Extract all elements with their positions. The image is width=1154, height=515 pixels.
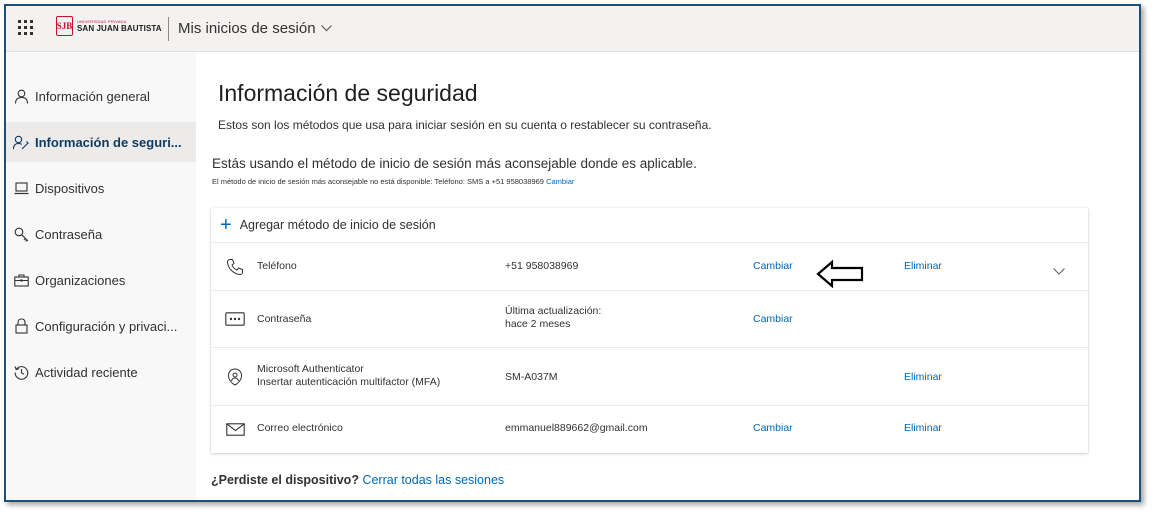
password-icon — [225, 309, 245, 329]
sidebar-item-security-info[interactable]: Información de seguri... — [6, 122, 196, 162]
authenticator-name: Microsoft Authenticator — [257, 363, 364, 375]
sidebar-item-recent-activity[interactable]: Actividad reciente — [6, 352, 196, 392]
add-method-label: Agregar método de inicio de sesión — [239, 218, 436, 232]
sidebar-item-label: Información general — [35, 88, 150, 104]
method-detail: +51 958038969 — [505, 260, 579, 272]
authenticator-icon — [225, 367, 245, 387]
authenticator-description: Insertar autenticación multifactor (MFA) — [257, 376, 441, 388]
sidebar-item-label: Configuración y privaci... — [35, 318, 178, 334]
default-method-note: El método de inicio de sesión más aconse… — [212, 177, 574, 186]
sidebar-item-organizations[interactable]: Organizaciones — [6, 260, 196, 300]
lost-device-question: ¿Perdiste el dispositivo? — [211, 473, 359, 487]
security-info-icon — [13, 134, 29, 150]
briefcase-icon — [13, 272, 29, 288]
method-row-phone: Teléfono +51 958038969 Cambiar Eliminar — [211, 243, 1088, 291]
method-row-password: Contraseña Última actualización: hace 2 … — [211, 291, 1088, 348]
sidebar-item-settings-privacy[interactable]: Configuración y privaci... — [6, 306, 196, 346]
page-title: Información de seguridad — [218, 80, 478, 106]
logo-emblem: SJB — [56, 16, 73, 36]
change-email-link[interactable]: Cambiar — [753, 422, 793, 434]
main-content: Información de seguridad Estos son los m… — [196, 52, 1139, 500]
method-name: Contraseña — [257, 313, 312, 325]
method-detail: Última actualización: hace 2 meses — [505, 305, 601, 331]
key-icon — [13, 226, 29, 242]
change-default-method-link[interactable]: Cambiar — [546, 177, 574, 186]
lock-icon — [13, 318, 29, 334]
method-name: Correo electrónico — [257, 422, 343, 434]
chevron-down-icon[interactable] — [1053, 262, 1065, 280]
sidebar-item-password[interactable]: Contraseña — [6, 214, 196, 254]
header-divider — [168, 17, 169, 41]
method-name: Teléfono — [257, 260, 297, 272]
password-updated-value: hace 2 meses — [505, 318, 571, 330]
left-arrow-annotation — [816, 260, 864, 288]
phone-icon — [225, 257, 245, 277]
sidebar-item-devices[interactable]: Dispositivos — [6, 168, 196, 208]
password-updated-label: Última actualización: — [505, 305, 602, 317]
sidebar-item-label: Organizaciones — [35, 272, 126, 288]
method-row-email: Correo electrónico emmanuel889662@gmail.… — [211, 406, 1088, 453]
page-subtitle: Estos son los métodos que usa para inici… — [218, 118, 712, 132]
delete-phone-link[interactable]: Eliminar — [904, 260, 942, 272]
add-method-button[interactable]: + Agregar método de inicio de sesión — [211, 208, 1088, 243]
delete-email-link[interactable]: Eliminar — [904, 422, 942, 434]
laptop-icon — [13, 180, 29, 196]
method-detail: emmanuel889662@gmail.com — [505, 422, 648, 434]
sidebar-item-label: Actividad reciente — [35, 364, 138, 380]
default-method-note-text: El método de inicio de sesión más aconse… — [212, 177, 544, 186]
sidebar: Información general Información de segur… — [6, 52, 196, 500]
sidebar-item-label: Información de seguri... — [35, 134, 182, 150]
person-icon — [13, 88, 29, 104]
chevron-down-icon — [320, 25, 332, 32]
app-title-menu[interactable]: Mis inicios de sesión — [178, 20, 332, 37]
sidebar-item-label: Dispositivos — [35, 180, 105, 196]
delete-authenticator-link[interactable]: Eliminar — [904, 371, 942, 383]
sign-out-everywhere-link[interactable]: Cerrar todas las sesiones — [362, 473, 504, 487]
university-logo[interactable]: SJB UNIVERSIDAD PRIVADA SAN JUAN BAUTIST… — [56, 16, 162, 36]
default-method-advice: Estás usando el método de inicio de sesi… — [212, 156, 697, 171]
sidebar-item-overview[interactable]: Información general — [6, 76, 196, 116]
sidebar-item-label: Contraseña — [35, 226, 103, 242]
app-title: Mis inicios de sesión — [178, 20, 316, 37]
logo-name: SAN JUAN BAUTISTA — [77, 24, 162, 33]
top-header: SJB UNIVERSIDAD PRIVADA SAN JUAN BAUTIST… — [6, 6, 1139, 52]
mail-icon — [225, 419, 245, 439]
waffle-icon[interactable] — [16, 18, 36, 38]
method-name: Microsoft Authenticator Insertar autenti… — [257, 363, 440, 389]
method-detail: SM-A037M — [505, 371, 558, 383]
change-phone-link[interactable]: Cambiar — [753, 260, 793, 272]
method-row-authenticator: Microsoft Authenticator Insertar autenti… — [211, 348, 1088, 406]
history-icon — [13, 364, 29, 380]
plus-icon: + — [220, 214, 232, 236]
browser-frame: SJB UNIVERSIDAD PRIVADA SAN JUAN BAUTIST… — [4, 4, 1141, 502]
methods-card: + Agregar método de inicio de sesión Tel… — [211, 208, 1088, 453]
lost-device-prompt: ¿Perdiste el dispositivo? Cerrar todas l… — [211, 473, 504, 487]
change-password-link[interactable]: Cambiar — [753, 313, 793, 325]
